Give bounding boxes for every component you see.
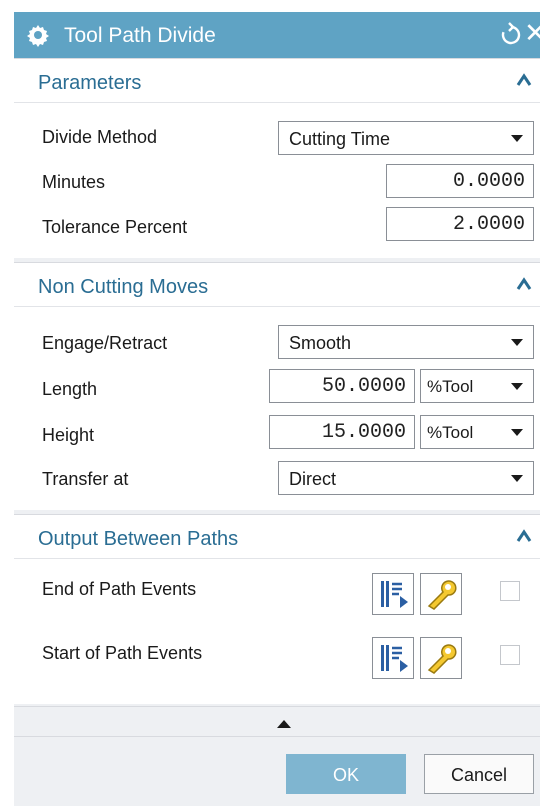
- divide-method-label: Divide Method: [42, 127, 158, 147]
- divide-method-value: Cutting Time: [289, 129, 391, 149]
- collapse-caret-icon[interactable]: [516, 277, 532, 291]
- output-between-paths-title: Output Between Paths: [38, 528, 239, 550]
- transfer-at-label: Transfer at: [42, 469, 129, 489]
- output-between-paths-section: Output Between Paths End of Path Events …: [14, 514, 540, 704]
- wrench-icon: [427, 580, 457, 610]
- collapse-caret-icon[interactable]: [516, 529, 532, 543]
- parameters-header[interactable]: Parameters: [14, 59, 540, 103]
- height-unit-select[interactable]: %Tool: [420, 415, 534, 449]
- dropdown-arrow-icon: [511, 429, 523, 436]
- start-of-path-events-label: Start of Path Events: [42, 643, 203, 663]
- start-events-edit-button[interactable]: [420, 637, 462, 679]
- engage-retract-label: Engage/Retract: [42, 333, 168, 353]
- collapse-caret-icon[interactable]: [516, 73, 532, 87]
- tolerance-percent-label: Tolerance Percent: [42, 217, 188, 237]
- non-cutting-title: Non Cutting Moves: [38, 276, 209, 298]
- end-events-list-button[interactable]: [372, 573, 414, 615]
- end-of-path-events-label: End of Path Events: [42, 579, 197, 599]
- parameters-title: Parameters: [38, 72, 142, 94]
- parameters-section: Parameters Divide Method Cutting Time Mi…: [14, 58, 540, 258]
- title-bar: Tool Path Divide ✕: [14, 12, 540, 58]
- minutes-label: Minutes: [42, 172, 106, 192]
- start-events-checkbox[interactable]: [500, 645, 520, 665]
- ok-button[interactable]: OK: [286, 754, 406, 794]
- transfer-at-select[interactable]: Direct: [278, 461, 534, 495]
- dropdown-arrow-icon: [511, 339, 523, 346]
- dropdown-arrow-icon: [511, 475, 523, 482]
- engage-retract-select[interactable]: Smooth: [278, 325, 534, 359]
- height-input[interactable]: 15.0000: [269, 415, 415, 449]
- length-input[interactable]: 50.0000: [269, 369, 415, 403]
- tolerance-percent-input[interactable]: 2.0000: [386, 207, 534, 241]
- non-cutting-header[interactable]: Non Cutting Moves: [14, 263, 540, 307]
- length-unit-select[interactable]: %Tool: [420, 369, 534, 403]
- length-label: Length: [42, 379, 98, 399]
- end-events-edit-button[interactable]: [420, 573, 462, 615]
- footer-divider: [14, 736, 540, 737]
- divide-method-select[interactable]: Cutting Time: [278, 121, 534, 155]
- output-between-paths-header[interactable]: Output Between Paths: [14, 515, 540, 559]
- height-label: Height: [42, 425, 95, 445]
- dropdown-arrow-icon: [511, 135, 523, 142]
- minutes-input[interactable]: 0.0000: [386, 164, 534, 198]
- start-events-list-button[interactable]: [372, 637, 414, 679]
- cancel-button[interactable]: Cancel: [424, 754, 534, 794]
- footer-divider: [14, 706, 540, 707]
- end-events-checkbox[interactable]: [500, 581, 520, 601]
- close-icon[interactable]: ✕: [524, 18, 540, 48]
- event-list-icon: [381, 581, 408, 608]
- reset-icon[interactable]: [500, 22, 522, 46]
- event-list-icon: [381, 645, 408, 672]
- height-unit-value: %Tool: [427, 423, 474, 442]
- non-cutting-section: Non Cutting Moves Engage/Retract Smooth …: [14, 262, 540, 510]
- window-title: Tool Path Divide: [64, 24, 216, 47]
- wrench-icon: [427, 644, 457, 674]
- gear-icon: [27, 25, 49, 47]
- engage-retract-value: Smooth: [289, 333, 352, 353]
- expand-arrow-icon[interactable]: [277, 720, 291, 728]
- transfer-at-value: Direct: [289, 469, 337, 489]
- dropdown-arrow-icon: [511, 383, 523, 390]
- length-unit-value: %Tool: [427, 377, 474, 396]
